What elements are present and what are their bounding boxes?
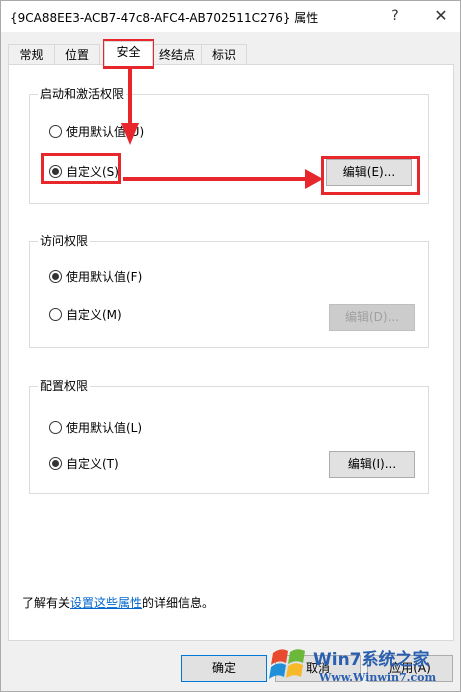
- config-edit-button[interactable]: 编辑(I)...: [329, 451, 415, 478]
- access-edit-button[interactable]: 编辑(D)...: [329, 304, 415, 331]
- config-custom-radio[interactable]: [49, 457, 62, 470]
- access-permissions-group: 访问权限 使用默认值(F) 自定义(M) 编辑(D)...: [29, 233, 429, 348]
- tab-security[interactable]: 安全: [104, 41, 153, 66]
- windows-logo-icon: [269, 649, 305, 679]
- access-default-radio[interactable]: [49, 270, 62, 283]
- access-custom-radio[interactable]: [49, 308, 62, 321]
- access-permissions-title: 访问权限: [38, 233, 91, 249]
- down-arrow-head: [121, 123, 139, 145]
- window-title: {9CA88EE3-ACB7-47c8-AFC4-AB702511C276} 属…: [10, 11, 319, 25]
- config-permissions-title: 配置权限: [38, 378, 91, 394]
- properties-help-link[interactable]: 设置这些属性: [70, 596, 142, 610]
- access-default-option[interactable]: 使用默认值(F): [49, 268, 142, 285]
- help-button[interactable]: ?: [380, 5, 410, 27]
- down-arrow-shaft: [128, 67, 132, 127]
- close-button[interactable]: ✕: [426, 5, 456, 27]
- title-bar: {9CA88EE3-ACB7-47c8-AFC4-AB702511C276} 属…: [1, 1, 460, 32]
- config-default-label: 使用默认值(L): [66, 421, 143, 435]
- config-default-radio[interactable]: [49, 421, 62, 434]
- tab-endpoints[interactable]: 终结点: [152, 44, 202, 65]
- ok-button[interactable]: 确定: [181, 655, 267, 682]
- properties-window: {9CA88EE3-ACB7-47c8-AFC4-AB702511C276} 属…: [0, 0, 461, 692]
- launch-permissions-title: 启动和激活权限: [38, 86, 127, 102]
- info-prefix: 了解有关: [22, 596, 71, 610]
- watermark: Win7系统之家 Www.Winwin7.com: [269, 637, 461, 692]
- custom-radio-highlight: [41, 153, 121, 184]
- access-default-label: 使用默认值(F): [66, 270, 143, 284]
- config-permissions-group: 配置权限 使用默认值(L) 自定义(T) 编辑(I)...: [29, 378, 429, 494]
- tab-identity[interactable]: 标识: [201, 44, 247, 65]
- tab-strip: 常规 位置 安全 终结点 标识: [1, 41, 460, 66]
- access-custom-option[interactable]: 自定义(M): [49, 306, 122, 323]
- config-default-option[interactable]: 使用默认值(L): [49, 419, 142, 436]
- config-custom-option[interactable]: 自定义(T): [49, 455, 119, 472]
- info-suffix: 的详细信息。: [142, 596, 215, 610]
- info-line: 了解有关设置这些属性的详细信息。: [22, 594, 214, 611]
- tab-general[interactable]: 常规: [8, 44, 55, 65]
- access-custom-label: 自定义(M): [66, 308, 122, 322]
- tab-location[interactable]: 位置: [54, 44, 100, 65]
- edit-button-highlight: [321, 156, 420, 195]
- watermark-url: Www.Winwin7.com: [319, 671, 437, 684]
- config-custom-label: 自定义(T): [66, 457, 119, 471]
- right-arrow-shaft: [123, 177, 308, 181]
- launch-default-radio[interactable]: [49, 125, 62, 138]
- watermark-title: Win7系统之家: [313, 650, 430, 670]
